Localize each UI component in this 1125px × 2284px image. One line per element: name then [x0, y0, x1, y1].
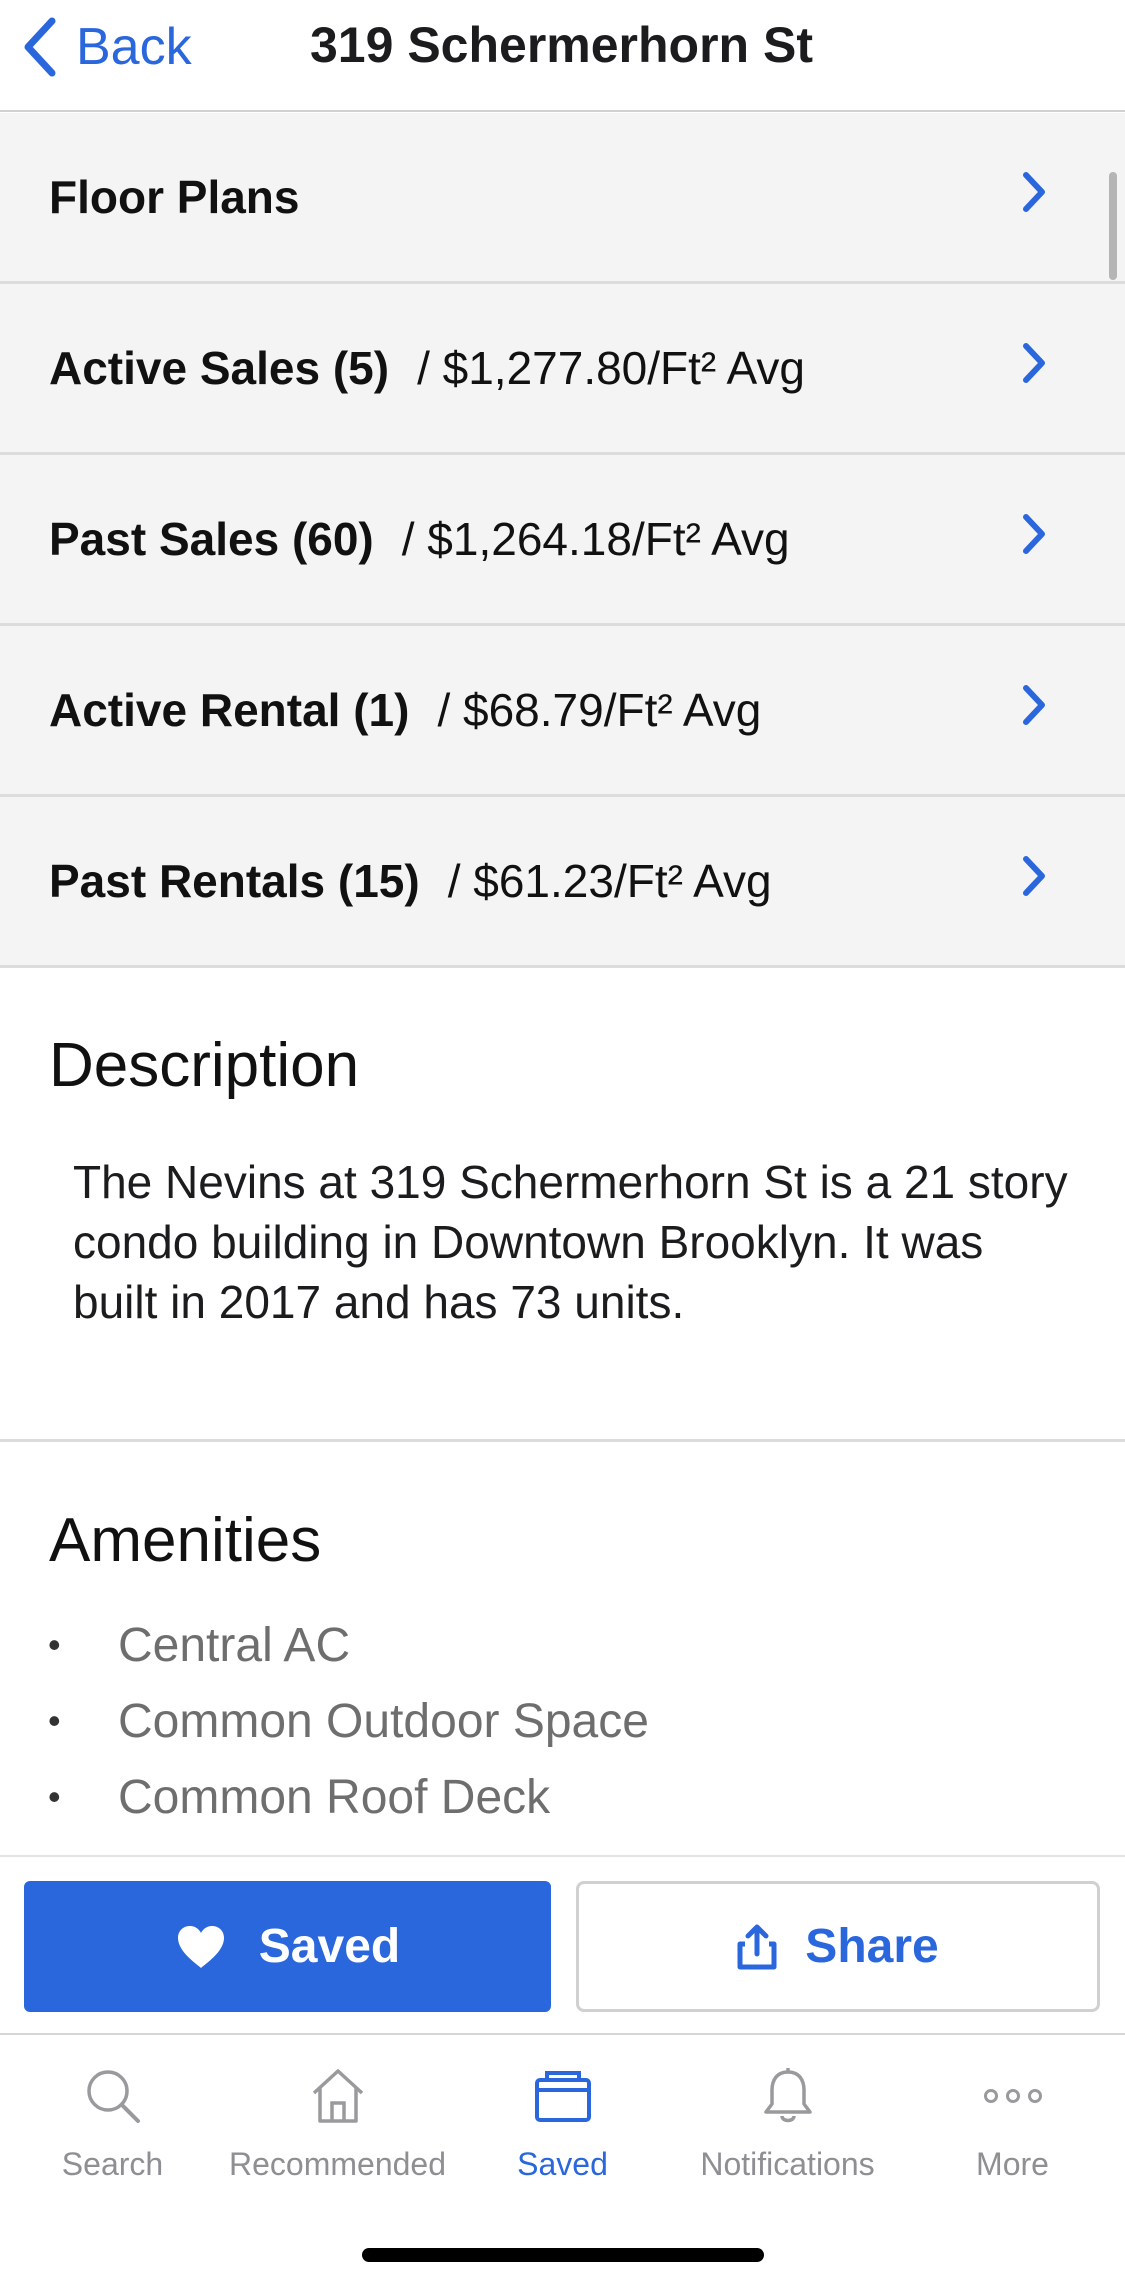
listing-rows: Floor Plans Active Sales (5) / $1,277.80…: [0, 113, 1125, 968]
bullet-icon: •: [48, 1700, 61, 1741]
row-label: Past Sales (60): [49, 513, 374, 565]
tab-more[interactable]: More: [900, 2060, 1125, 2183]
description-section: Description The Nevins at 319 Schermerho…: [0, 970, 1125, 1442]
list-item: • Common Outdoor Space: [0, 1683, 649, 1759]
row-avg-price: / $68.79/Ft² Avg: [437, 684, 762, 736]
description-heading: Description: [49, 1031, 360, 1100]
row-active-rental[interactable]: Active Rental (1) / $68.79/Ft² Avg: [0, 626, 1125, 797]
tab-label: Recommended: [229, 2146, 446, 2182]
home-indicator: [362, 2248, 764, 2262]
heart-icon: [177, 1925, 224, 1968]
back-button[interactable]: Back: [22, 12, 192, 82]
more-icon: [983, 2060, 1043, 2132]
folder-icon: [533, 2060, 593, 2132]
row-floor-plans[interactable]: Floor Plans: [0, 113, 1125, 284]
search-icon: [84, 2060, 142, 2132]
bullet-icon: •: [48, 1624, 61, 1665]
row-active-sales[interactable]: Active Sales (5) / $1,277.80/Ft² Avg: [0, 284, 1125, 455]
row-past-sales[interactable]: Past Sales (60) / $1,264.18/Ft² Avg: [0, 455, 1125, 626]
chevron-right-icon: [1021, 683, 1047, 737]
chevron-right-icon: [1021, 854, 1047, 908]
scrollbar[interactable]: [1109, 172, 1117, 280]
back-label: Back: [76, 18, 192, 76]
amenity-label: Garage: [118, 1846, 278, 1856]
amenity-label: Common Roof Deck: [118, 1770, 551, 1824]
chevron-right-icon: [1021, 170, 1047, 224]
row-avg-price: / $1,277.80/Ft² Avg: [417, 342, 805, 394]
action-bar: Saved Share: [0, 1855, 1125, 2035]
amenity-label: Central AC: [118, 1618, 351, 1672]
bell-icon: [761, 2060, 815, 2132]
share-icon: [737, 1924, 777, 1969]
tab-bar: Search Recommended Saved Notifications M…: [0, 2036, 1125, 2284]
chevron-left-icon: [24, 17, 56, 77]
row-label: Floor Plans: [49, 171, 300, 223]
list-item: • Common Roof Deck: [0, 1759, 649, 1835]
tab-notifications[interactable]: Notifications: [675, 2060, 900, 2183]
description-text: The Nevins at 319 Schermerhorn St is a 2…: [73, 1156, 1068, 1328]
saved-button[interactable]: Saved: [24, 1881, 551, 2012]
chevron-right-icon: [1021, 512, 1047, 566]
share-button[interactable]: Share: [576, 1881, 1100, 2012]
tab-label: Saved: [517, 2146, 608, 2182]
tab-search[interactable]: Search: [0, 2060, 225, 2183]
saved-label: Saved: [258, 1920, 401, 1973]
amenities-heading: Amenities: [49, 1506, 322, 1575]
amenities-list: • Central AC • Common Outdoor Space • Commo…: [0, 1607, 649, 1856]
bullet-icon: •: [48, 1776, 61, 1817]
tab-saved[interactable]: Saved: [450, 2060, 675, 2183]
navigation-bar: Back 319 Schermerhorn St: [0, 0, 1125, 112]
row-label: Past Rentals (15): [49, 855, 420, 907]
share-label: Share: [805, 1920, 939, 1973]
row-avg-price: / $61.23/Ft² Avg: [447, 855, 772, 907]
home-icon: [310, 2060, 366, 2132]
chevron-right-icon: [1021, 341, 1047, 395]
row-past-rentals[interactable]: Past Rentals (15) / $61.23/Ft² Avg: [0, 797, 1125, 968]
amenity-label: Common Outdoor Space: [118, 1694, 649, 1748]
page-title: 319 Schermerhorn St: [310, 17, 813, 73]
tab-label: Notifications: [700, 2146, 875, 2182]
tab-recommended[interactable]: Recommended: [225, 2060, 450, 2183]
tab-label: Search: [61, 2146, 164, 2182]
row-avg-price: / $1,264.18/Ft² Avg: [401, 513, 790, 565]
list-item: •Garage: [0, 1835, 649, 1856]
tab-label: More: [976, 2146, 1049, 2182]
amenities-section: Amenities • Central AC • Common Outdoor Sp…: [0, 1445, 1125, 1855]
row-label: Active Sales (5): [49, 342, 390, 394]
row-label: Active Rental (1): [49, 684, 410, 736]
list-item: • Central AC: [0, 1607, 649, 1683]
